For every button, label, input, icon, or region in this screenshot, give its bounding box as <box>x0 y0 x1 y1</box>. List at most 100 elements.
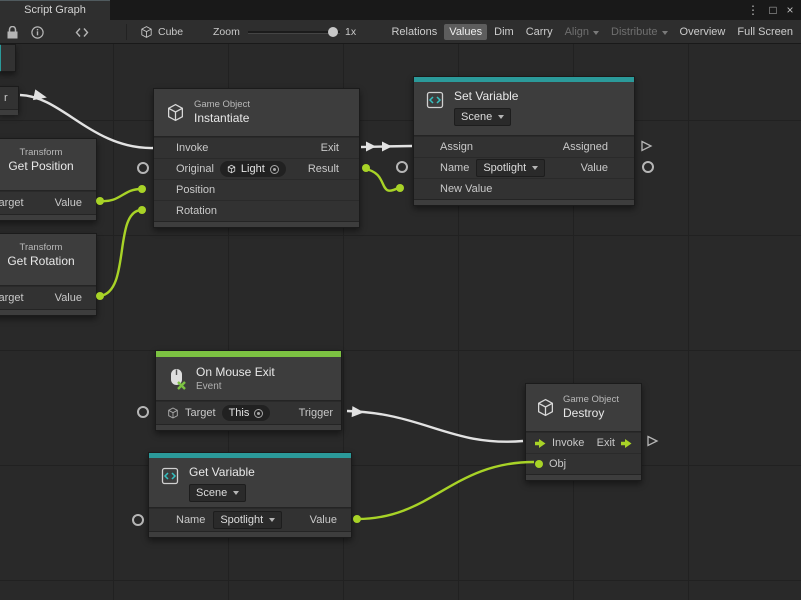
window-menu-icon[interactable]: ⋮ <box>745 0 761 20</box>
port-rotation[interactable]: Rotation <box>176 205 217 217</box>
port-obj[interactable]: Obj <box>549 458 566 470</box>
output-port-value[interactable] <box>642 161 654 173</box>
node-get-position[interactable]: Transform Get Position Target Value <box>0 138 97 221</box>
cube-icon <box>227 164 236 174</box>
port-name[interactable]: Name <box>440 162 469 174</box>
node-title: Destroy <box>563 406 619 421</box>
flow-arrow-icon <box>621 439 632 448</box>
node-instantiate[interactable]: Game Object Instantiate Invoke Exit Orig… <box>153 88 360 228</box>
zoom-value: 1x <box>345 26 356 38</box>
distribute-button[interactable]: Distribute <box>606 24 672 40</box>
node-title: Set Variable <box>454 89 518 104</box>
variable-name-dropdown[interactable]: Spotlight <box>213 511 282 529</box>
relations-button[interactable]: Relations <box>386 24 442 40</box>
align-button[interactable]: Align <box>560 24 604 40</box>
port-trigger[interactable]: Trigger <box>299 407 333 419</box>
variable-name-dropdown[interactable]: Spotlight <box>476 159 545 177</box>
port-value[interactable]: Value <box>581 162 608 174</box>
object-field[interactable]: Light <box>220 161 286 177</box>
port-value[interactable]: Value <box>310 514 337 526</box>
object-field[interactable]: This <box>222 405 271 421</box>
node-get-variable[interactable]: Get Variable Scene Name Spotlight Value <box>148 452 352 538</box>
port-target[interactable]: Target <box>0 292 24 304</box>
node-category: Game Object <box>563 394 619 406</box>
close-icon[interactable]: × <box>782 0 798 20</box>
variable-icon <box>424 89 446 111</box>
cube-icon <box>167 407 179 419</box>
port-assign[interactable]: Assign <box>440 141 473 153</box>
port-dot[interactable] <box>535 460 543 468</box>
graph-target[interactable]: Cube <box>140 24 183 40</box>
port-value[interactable]: Value <box>55 197 82 209</box>
node-on-mouse-exit[interactable]: On Mouse Exit Event Target This Trigger <box>155 350 342 431</box>
scope-value: Scene <box>461 110 492 124</box>
port-new-value[interactable]: New Value <box>440 183 492 195</box>
input-port-target[interactable] <box>137 406 149 418</box>
clipped-event-node[interactable]: r <box>0 86 19 113</box>
maximize-icon[interactable]: □ <box>765 0 781 20</box>
port-target[interactable]: Target <box>185 407 216 419</box>
values-button[interactable]: Values <box>444 24 487 40</box>
input-port-name[interactable] <box>132 514 144 526</box>
graph-toolbar: Cube Zoom 1x Relations Values Dim Carry … <box>0 20 801 44</box>
port-label: r <box>0 87 18 109</box>
target-picker-icon[interactable] <box>254 409 263 418</box>
tab-script-graph[interactable]: Script Graph <box>0 0 110 20</box>
node-category: Transform <box>0 147 96 159</box>
node-category: Transform <box>0 242 96 254</box>
node-title: Get Variable <box>189 465 255 480</box>
node-title: On Mouse Exit <box>196 365 275 380</box>
carry-button[interactable]: Carry <box>521 24 558 40</box>
toolbar-buttons: Relations Values Dim Carry Align Distrib… <box>386 20 798 44</box>
node-set-variable[interactable]: Set Variable Scene Assign Assigned Name … <box>413 76 635 206</box>
node-destroy[interactable]: Game Object Destroy Invoke Exit Obj <box>525 383 642 481</box>
node-footer <box>149 531 351 537</box>
port-result[interactable]: Result <box>308 163 339 175</box>
input-port-name[interactable] <box>396 161 408 173</box>
node-footer <box>414 199 634 205</box>
variable-name-value: Spotlight <box>483 161 526 175</box>
node-get-rotation[interactable]: Transform Get Rotation Target Value <box>0 233 97 316</box>
chevron-down-icon <box>532 166 538 170</box>
port-invoke[interactable]: Invoke <box>176 142 208 154</box>
node-category: Game Object <box>194 99 250 111</box>
port-position[interactable]: Position <box>176 184 215 196</box>
port-invoke[interactable]: Invoke <box>552 437 584 449</box>
zoom-slider-handle[interactable] <box>328 27 338 37</box>
overview-button[interactable]: Overview <box>675 24 731 40</box>
port-name[interactable]: Name <box>176 514 205 526</box>
cube-icon <box>140 25 153 39</box>
port-exit[interactable]: Exit <box>321 142 339 154</box>
chevron-down-icon <box>593 31 599 35</box>
chevron-down-icon <box>498 115 504 119</box>
graph-canvas[interactable]: r Transform Get Position Target Value Tr… <box>0 44 801 600</box>
chevron-down-icon <box>233 491 239 495</box>
port-original[interactable]: Original <box>176 163 214 175</box>
mouse-icon <box>166 368 188 390</box>
node-footer <box>0 309 96 315</box>
lock-icon[interactable] <box>4 25 20 39</box>
target-name: Cube <box>158 26 183 38</box>
port-assigned[interactable]: Assigned <box>563 141 608 153</box>
variable-icon <box>159 465 181 487</box>
zoom-slider-track[interactable] <box>248 31 340 34</box>
port-value[interactable]: Value <box>55 292 82 304</box>
port-target[interactable]: Target <box>0 197 24 209</box>
scope-value: Scene <box>196 486 227 500</box>
node-footer <box>0 109 18 115</box>
fullscreen-button[interactable]: Full Screen <box>732 24 798 40</box>
node-footer <box>0 214 96 220</box>
input-port-original[interactable] <box>137 162 149 174</box>
port-exit[interactable]: Exit <box>597 437 615 449</box>
code-icon[interactable] <box>74 25 90 39</box>
info-icon[interactable] <box>29 25 45 39</box>
clipped-node-fragment[interactable] <box>0 44 16 72</box>
target-picker-icon[interactable] <box>270 165 279 174</box>
chevron-down-icon <box>662 31 668 35</box>
zoom-label: Zoom <box>213 26 240 38</box>
node-title: Instantiate <box>194 111 250 126</box>
dim-button[interactable]: Dim <box>489 24 519 40</box>
scope-dropdown[interactable]: Scene <box>454 108 511 126</box>
zoom-slider[interactable] <box>248 27 340 37</box>
scope-dropdown[interactable]: Scene <box>189 484 246 502</box>
